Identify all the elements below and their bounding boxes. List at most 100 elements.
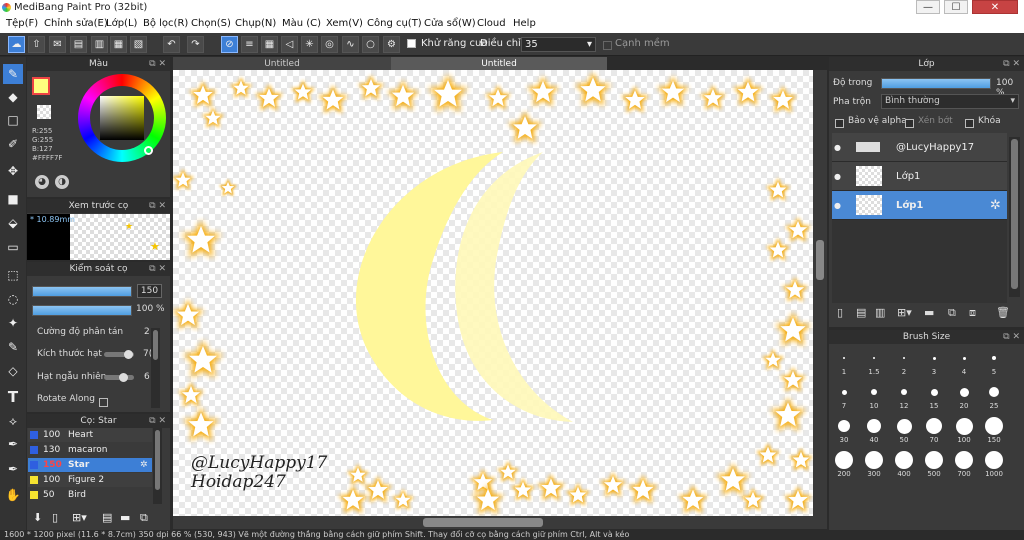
saturation-square[interactable] — [100, 96, 144, 140]
scrollbar[interactable] — [153, 428, 162, 504]
gear-icon[interactable]: ✲ — [990, 191, 1001, 220]
copy-layer-icon[interactable]: ▥ — [875, 306, 885, 319]
ruler-off-icon[interactable]: ⊘ — [221, 36, 238, 53]
brush-size-option[interactable]: 500 — [920, 450, 948, 478]
color-wheel[interactable] — [78, 74, 166, 162]
scrollbar[interactable] — [1009, 137, 1020, 297]
layer-row[interactable]: ● @LucyHappy17 — [832, 133, 1007, 162]
minimize-button[interactable]: — — [916, 0, 940, 14]
brush-size-option[interactable]: 7 — [830, 382, 858, 410]
magic-wand-icon[interactable]: ✦ — [3, 313, 23, 333]
ellipse-ruler-icon[interactable]: ○ — [362, 36, 379, 53]
brush-size-slider[interactable] — [32, 286, 132, 297]
curve-ruler-icon[interactable]: ∿ — [342, 36, 359, 53]
gear-icon[interactable]: ⚙ — [383, 36, 400, 53]
brush-size-option[interactable]: 100 — [950, 416, 978, 444]
add-layer-menu-icon[interactable]: ⊞▾ — [897, 306, 912, 319]
brush-size-option[interactable]: 5 — [980, 348, 1008, 376]
brush-size-option[interactable]: 150 — [980, 416, 1008, 444]
secondary-color-swatch[interactable] — [37, 105, 51, 119]
list-item-selected[interactable]: 150 Star ✲ — [28, 458, 152, 472]
brush-size-option[interactable]: 70 — [920, 416, 948, 444]
redo-icon[interactable]: ↷ — [187, 36, 204, 53]
lasso-tool-icon[interactable]: ◌ — [3, 289, 23, 309]
select-eraser-icon[interactable]: ◇ — [3, 361, 23, 381]
random-particle-slider[interactable] — [104, 373, 134, 382]
adjust-dropdown[interactable]: 35 ▾ — [521, 37, 596, 52]
brush-size-option[interactable]: 25 — [980, 382, 1008, 410]
vertical-scrollbar[interactable] — [813, 70, 827, 516]
brush-size-option[interactable]: 400 — [890, 450, 918, 478]
rotate-along-checkbox[interactable] — [99, 397, 108, 407]
duplicate-icon[interactable]: ⧉ — [948, 306, 956, 320]
cloud-icon[interactable]: ☁ — [8, 36, 25, 53]
eye-icon[interactable]: ● — [834, 162, 841, 191]
bucket-tool-icon[interactable]: ⬙ — [3, 213, 23, 233]
rectangle-tool-icon[interactable]: □ — [3, 110, 23, 130]
horizontal-scrollbar[interactable] — [173, 516, 827, 529]
antialias-checkbox[interactable] — [407, 38, 416, 48]
panel-menu-icon[interactable]: ⧉ ✕ — [149, 414, 166, 428]
lock-checkbox[interactable] — [965, 118, 974, 128]
menu-view[interactable]: Xem(V) — [326, 18, 363, 29]
hand-tool-icon[interactable]: ✋ — [3, 485, 23, 505]
brush-size-option[interactable]: 12 — [890, 382, 918, 410]
scrollbar[interactable] — [151, 328, 160, 408]
list-item[interactable]: 100 Figure 2 — [28, 473, 152, 487]
layer-opacity-slider[interactable] — [881, 78, 991, 89]
brush-size-option[interactable]: 40 — [860, 416, 888, 444]
menu-cloud[interactable]: Cloud — [477, 18, 506, 29]
list-item[interactable]: 100 Heart — [28, 428, 152, 442]
menu-window[interactable]: Cửa sổ(W) — [424, 18, 476, 29]
folder-icon[interactable]: ▬ — [120, 511, 130, 524]
menu-layer[interactable]: Lớp(L) — [106, 18, 137, 29]
select-tool-icon[interactable]: ⬚ — [3, 265, 23, 285]
new-layer-icon[interactable]: ▯ — [837, 306, 843, 319]
merge-icon[interactable]: ⧈ — [969, 306, 976, 320]
move-tool-icon[interactable]: ✥ — [3, 161, 23, 181]
layer-row-selected[interactable]: ● Lớp1 ✲ — [832, 191, 1007, 220]
brush-size-option[interactable]: 20 — [950, 382, 978, 410]
brush-size-option[interactable]: 2 — [890, 348, 918, 376]
trash-icon[interactable]: 🗑 — [996, 306, 1010, 319]
concentric-ruler-icon[interactable]: ◎ — [321, 36, 338, 53]
divide-tool-icon[interactable]: ⟡ — [3, 411, 23, 431]
pen-tool-icon[interactable]: ✐ — [3, 134, 23, 154]
menu-color[interactable]: Màu (C) — [282, 18, 321, 29]
clip-checkbox[interactable] — [905, 118, 914, 128]
list-item[interactable]: 50 Bird — [28, 488, 152, 502]
brush-size-option[interactable]: 4 — [950, 348, 978, 376]
download-icon[interactable]: ⬇ — [33, 511, 42, 524]
new-halftone-layer-icon[interactable]: ▤ — [856, 306, 866, 319]
close-button[interactable]: ✕ — [972, 0, 1018, 14]
add-brush-icon[interactable]: ⊞▾ — [72, 511, 87, 524]
panel-menu-icon[interactable]: ⧉ ✕ — [1003, 330, 1020, 344]
blend-mode-dropdown[interactable]: Bình thường ▾ — [881, 94, 1019, 109]
palette2-icon[interactable]: ◑ — [55, 175, 69, 189]
palette-icon[interactable]: ◕ — [35, 175, 49, 189]
brush-size-option[interactable]: 300 — [860, 450, 888, 478]
panel-menu-icon[interactable]: ⧉ ✕ — [1003, 57, 1020, 71]
brush-size-option[interactable]: 1.5 — [860, 348, 888, 376]
menu-select[interactable]: Chọn(S) — [191, 18, 231, 29]
grid-ruler-icon[interactable]: ▦ — [261, 36, 278, 53]
brush-size-option[interactable]: 200 — [830, 450, 858, 478]
menu-capture[interactable]: Chụp(N) — [235, 18, 276, 29]
brush-size-option[interactable]: 1 — [830, 348, 858, 376]
perspective-ruler-icon[interactable]: ◁ — [281, 36, 298, 53]
comment-icon[interactable]: ✉ — [49, 36, 66, 53]
brush-size-option[interactable]: 15 — [920, 382, 948, 410]
eraser-tool-icon[interactable]: ◆ — [3, 87, 23, 107]
parallel-ruler-icon[interactable]: ≡ — [241, 36, 258, 53]
layer-row[interactable]: ● Lớp1 — [832, 162, 1007, 191]
brush-size-option[interactable]: 30 — [830, 416, 858, 444]
text-tool-icon[interactable]: T — [3, 387, 23, 407]
notes-icon[interactable]: ▧ — [130, 36, 147, 53]
menu-file[interactable]: Tệp(F) — [6, 18, 38, 29]
document-icon[interactable]: ▥ — [91, 36, 108, 53]
undo-icon[interactable]: ↶ — [163, 36, 180, 53]
eye-icon[interactable]: ● — [834, 191, 841, 220]
menu-edit[interactable]: Chỉnh sửa(E) — [44, 18, 108, 29]
menu-help[interactable]: Help — [513, 18, 536, 29]
brush-size-option[interactable]: 10 — [860, 382, 888, 410]
